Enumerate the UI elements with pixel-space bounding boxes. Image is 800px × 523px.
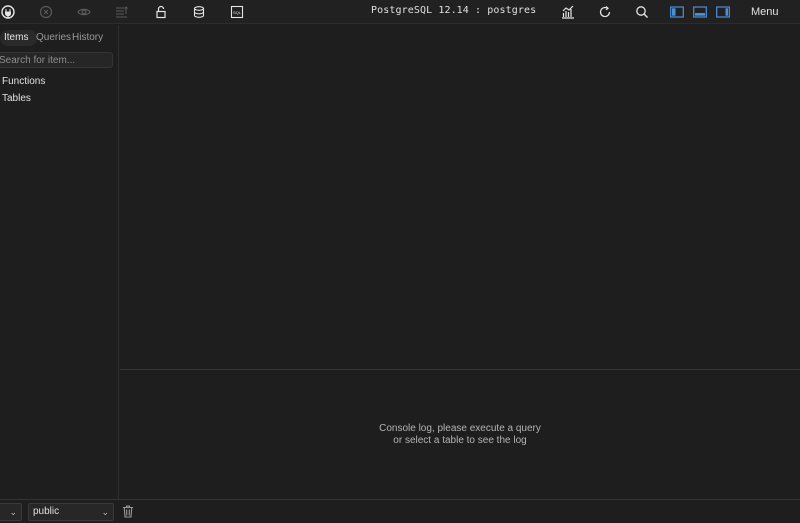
layout-bottom-icon[interactable] bbox=[692, 4, 707, 20]
sql-icon[interactable]: SQL bbox=[229, 4, 245, 20]
tab-queries[interactable]: Queries bbox=[36, 30, 71, 46]
tree-item-functions[interactable]: Functions bbox=[2, 76, 45, 87]
chart-icon[interactable] bbox=[560, 4, 576, 20]
main-content-area bbox=[120, 25, 800, 370]
console-message-line2: or select a table to see the log bbox=[393, 435, 527, 446]
chevron-down-icon: ⌄ bbox=[101, 507, 109, 517]
lock-icon[interactable] bbox=[153, 4, 169, 20]
menu-button[interactable]: Menu bbox=[751, 6, 779, 18]
svg-text:SQL: SQL bbox=[233, 10, 242, 15]
sort-icon[interactable] bbox=[114, 4, 130, 20]
console-panel: Console log, please execute a query or s… bbox=[120, 370, 800, 499]
schema-select[interactable]: public ⌄ bbox=[28, 503, 114, 521]
schema-select-value: public bbox=[33, 506, 60, 517]
refresh-icon[interactable] bbox=[597, 4, 613, 20]
search-icon[interactable] bbox=[634, 4, 650, 20]
connection-title: PostgreSQL 12.14 : postgres bbox=[371, 5, 537, 16]
search-input[interactable] bbox=[0, 52, 113, 68]
layout-left-icon[interactable] bbox=[669, 4, 684, 20]
tree-item-tables[interactable]: Tables bbox=[2, 93, 31, 104]
disconnect-icon[interactable] bbox=[38, 4, 54, 20]
tab-history[interactable]: History bbox=[72, 30, 103, 46]
connect-icon[interactable] bbox=[0, 4, 16, 20]
toolbar: SQL PostgreSQL 12.14 : postgres Menu bbox=[0, 0, 800, 24]
database-select[interactable]: ⌄ bbox=[0, 503, 22, 521]
bottom-bar: ⌄ public ⌄ bbox=[0, 499, 800, 523]
view-icon[interactable] bbox=[76, 4, 92, 20]
tab-items[interactable]: Items bbox=[0, 30, 38, 46]
sidebar: Items Queries History Functions Tables bbox=[0, 25, 119, 523]
trash-icon[interactable] bbox=[122, 505, 134, 518]
database-icon[interactable] bbox=[191, 4, 207, 20]
console-message-line1: Console log, please execute a query bbox=[379, 423, 541, 434]
layout-right-icon[interactable] bbox=[715, 4, 730, 20]
chevron-down-icon: ⌄ bbox=[9, 507, 17, 517]
